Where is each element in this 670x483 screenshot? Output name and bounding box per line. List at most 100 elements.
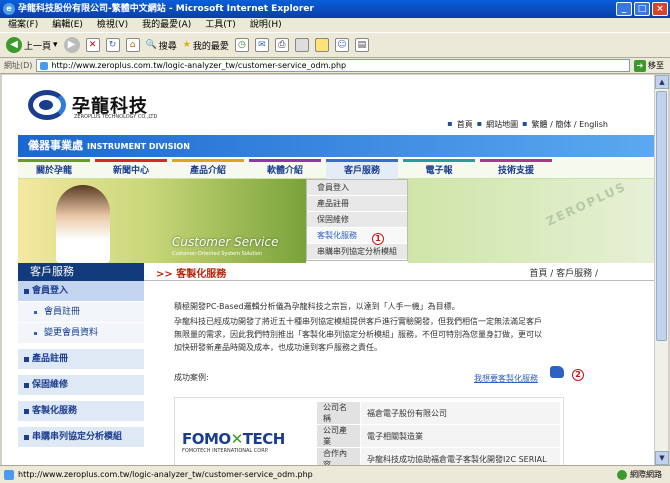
nav-news[interactable]: 新聞中心 bbox=[95, 159, 167, 179]
annotation-marker-2: 2 bbox=[572, 369, 584, 381]
chat-icon[interactable] bbox=[550, 366, 564, 378]
back-button[interactable]: ◀ 上一頁 ▾ bbox=[6, 37, 58, 53]
globe-icon bbox=[617, 469, 627, 480]
sitemap-link[interactable]: 網站地圖 bbox=[486, 119, 518, 130]
logo-mark-icon bbox=[28, 90, 66, 120]
dropdown-product-register[interactable]: 產品註冊 bbox=[307, 196, 407, 212]
minimize-button[interactable]: _ bbox=[616, 2, 632, 16]
menu-file[interactable]: 檔案(F) bbox=[8, 18, 38, 32]
sidebar-item-member-register[interactable]: 會員註冊 bbox=[18, 302, 144, 323]
search-button[interactable]: 🔍 搜尋 bbox=[146, 39, 177, 52]
menu-favorites[interactable]: 我的最愛(A) bbox=[142, 18, 191, 32]
status-bar: http://www.zeroplus.com.tw/logic-analyze… bbox=[0, 465, 670, 483]
banner-watermark: ZEROPLUS bbox=[544, 179, 629, 229]
address-label: 網址(D) bbox=[4, 61, 33, 70]
forward-arrow-icon: ▶ bbox=[63, 37, 80, 53]
intro-paragraph-4: 加快研發新產品時間及成本，也成功達到客戶服務之責任。 bbox=[174, 343, 382, 352]
menu-tools[interactable]: 工具(T) bbox=[205, 18, 236, 32]
nav-support[interactable]: 技術支援 bbox=[480, 159, 552, 179]
section-title: >> 客製化服務 bbox=[156, 269, 227, 280]
refresh-icon[interactable]: ↻ bbox=[105, 38, 120, 52]
table-value: 孕龍科技成功協助福倉電子客製化開發I2C SERIAL bbox=[360, 447, 561, 465]
language-links[interactable]: 繁體 / 簡体 / English bbox=[532, 119, 608, 130]
dropdown-warranty[interactable]: 保固維修 bbox=[307, 212, 407, 228]
go-arrow-icon: ➔ bbox=[634, 59, 646, 72]
nav-newsletter[interactable]: 電子報 bbox=[403, 159, 475, 179]
history-icon[interactable]: ◷ bbox=[234, 38, 249, 52]
table-value: 福倉電子股份有限公司 bbox=[360, 401, 561, 425]
vertical-scrollbar[interactable]: ▲ ▼ bbox=[654, 75, 669, 465]
scroll-down-icon[interactable]: ▼ bbox=[655, 451, 669, 465]
case-table: 公司名稱 福倉電子股份有限公司 公司產業 電子相關製造業 合作內容 孕龍科技成功協助福… bbox=[316, 401, 561, 465]
page-icon bbox=[4, 470, 14, 480]
banner-subtitle: Customer-Oriented System Solution bbox=[172, 251, 262, 257]
forward-button[interactable]: ▶ bbox=[63, 37, 80, 53]
mail-icon[interactable]: ✉ bbox=[254, 38, 269, 52]
intro-paragraph-3: 無限量的需求，因此我們特別推出「客製化串列協定分析模組」服務，不但可特別為您量身… bbox=[174, 330, 542, 339]
brand-english: ZEROPLUS TECHNOLOGY CO.,LTD bbox=[74, 114, 158, 120]
sidebar-menu: 會員登入 會員註冊 變更會員資料 產品註冊 保固維修 客製化服務 串購串列協定分… bbox=[18, 281, 144, 448]
fomotech-logo: FOMO✕TECH bbox=[182, 430, 285, 448]
go-label: 移至 bbox=[648, 61, 664, 70]
nav-software[interactable]: 軟體介紹 bbox=[249, 159, 321, 179]
menu-help[interactable]: 說明(H) bbox=[250, 18, 282, 32]
maximize-button[interactable]: □ bbox=[634, 2, 650, 16]
top-links: ▪ 首頁 ▪ 網站地圖 ▪ 繁體 / 簡体 / English bbox=[447, 119, 608, 130]
brand-logo[interactable]: 孕龍科技 ZEROPLUS TECHNOLOGY CO.,LTD bbox=[28, 90, 157, 120]
window-controls: _ □ × bbox=[616, 2, 668, 16]
division-zh: 儀器事業處 bbox=[28, 139, 83, 152]
menu-edit[interactable]: 編輯(E) bbox=[52, 18, 83, 32]
sidebar-item-product-register[interactable]: 產品註冊 bbox=[18, 349, 144, 370]
home-icon[interactable]: ⌂ bbox=[125, 38, 140, 52]
division-en: INSTRUMENT DIVISION bbox=[87, 142, 190, 151]
favorites-label: 我的最愛 bbox=[192, 41, 229, 52]
dropdown-member-login[interactable]: 會員登入 bbox=[307, 180, 407, 196]
menu-bar: 檔案(F) 編輯(E) 檢視(V) 我的最愛(A) 工具(T) 說明(H) bbox=[0, 18, 670, 32]
breadcrumb: 首頁 / 客戶服務 / bbox=[529, 269, 598, 279]
scroll-up-icon[interactable]: ▲ bbox=[655, 75, 669, 89]
window-title: 孕龍科技股份有限公司-繁體中文網站 - Microsoft Internet E… bbox=[18, 4, 314, 14]
edit-icon[interactable] bbox=[294, 38, 309, 52]
main-nav: 關於孕龍 新聞中心 產品介紹 軟體介紹 客戶服務 電子報 技術支援 bbox=[18, 159, 654, 179]
go-button[interactable]: ➔ 移至 bbox=[630, 59, 670, 72]
sidebar-item-member-login[interactable]: 會員登入 bbox=[18, 281, 144, 302]
nav-products[interactable]: 產品介紹 bbox=[172, 159, 244, 179]
sidebar-item-protocol-module[interactable]: 串購串列協定分析模組 bbox=[18, 427, 144, 448]
star-icon: ★ bbox=[182, 40, 191, 50]
stop-icon[interactable]: ✕ bbox=[85, 38, 100, 52]
discuss-icon[interactable] bbox=[314, 38, 329, 52]
bullet-icon: ▪ bbox=[476, 119, 483, 128]
table-value: 電子相關製造業 bbox=[360, 424, 561, 448]
intro-paragraph-1: 積極開發PC-Based邏輯分析儀為孕龍科技之宗旨，以達到「人手一機」為目標。 bbox=[174, 302, 460, 311]
fomotech-subtitle: FOMOTECH INTERNATIONAL CORP. bbox=[182, 448, 269, 454]
nav-about[interactable]: 關於孕龍 bbox=[18, 159, 90, 179]
research-icon[interactable]: ▤ bbox=[354, 38, 369, 52]
customer-service-banner: Customer Service Customer-Oriented Syste… bbox=[18, 179, 306, 263]
scroll-thumb[interactable] bbox=[656, 91, 667, 341]
search-label: 搜尋 bbox=[158, 41, 177, 52]
status-text: http://www.zeroplus.com.tw/logic-analyze… bbox=[18, 470, 313, 479]
sidebar-item-custom-service[interactable]: 客製化服務 bbox=[18, 401, 144, 422]
nav-customer-service[interactable]: 客戶服務 bbox=[326, 159, 398, 179]
address-input[interactable]: http://www.zeroplus.com.tw/logic-analyze… bbox=[36, 59, 630, 72]
close-button[interactable]: × bbox=[652, 2, 668, 16]
custom-service-link[interactable]: 我想要客製化服務 bbox=[474, 373, 538, 384]
bullet-icon: ▪ bbox=[447, 119, 453, 128]
favorites-button[interactable]: ★ 我的最愛 bbox=[183, 39, 229, 52]
sidebar-item-edit-member[interactable]: 變更會員資料 bbox=[18, 323, 144, 344]
table-key: 公司名稱 bbox=[316, 401, 361, 425]
bullet-icon: ▪ bbox=[522, 119, 528, 128]
menu-view[interactable]: 檢視(V) bbox=[97, 18, 128, 32]
home-link[interactable]: 首頁 bbox=[457, 119, 473, 130]
intro-paragraph-2: 孕龍科技已經成功開發了將近五十種串列協定模組提供客戶進行實驗開發，但我們相信一定… bbox=[174, 317, 542, 326]
dropdown-custom-service[interactable]: 客製化服務 bbox=[307, 228, 407, 244]
dropdown-protocol-module[interactable]: 串購串列協定分析模組 bbox=[307, 244, 407, 260]
section-header: >> 客製化服務 首頁 / 客戶服務 / bbox=[144, 263, 654, 281]
customer-service-dropdown: 會員登入 產品註冊 保固維修 客製化服務 串購串列協定分析模組 bbox=[306, 179, 408, 261]
sidebar-item-warranty[interactable]: 保固維修 bbox=[18, 375, 144, 396]
sidebar-heading: 客戶服務 bbox=[18, 263, 144, 281]
ie-icon: e bbox=[3, 3, 15, 15]
print-icon[interactable]: ⎙ bbox=[274, 38, 289, 52]
messenger-icon[interactable]: ☺ bbox=[334, 38, 349, 52]
table-row: 公司產業 電子相關製造業 bbox=[316, 424, 561, 448]
